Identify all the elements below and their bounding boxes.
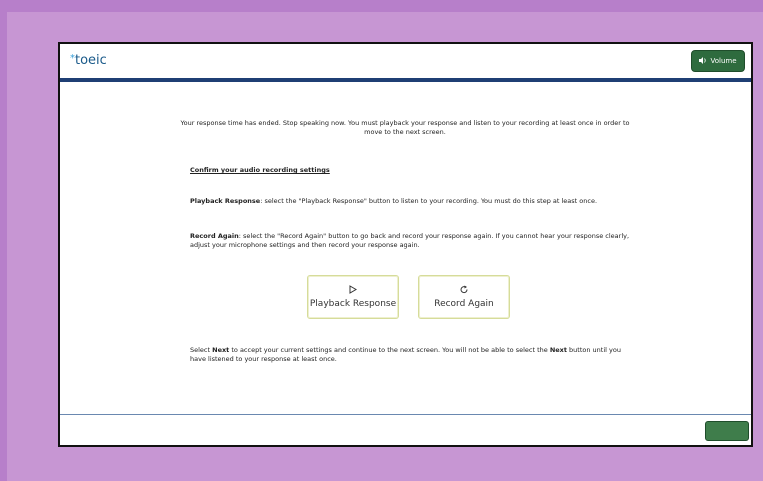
next-button[interactable] [705,421,749,441]
next-instructions: Select Next to accept your current setti… [190,346,621,363]
playback-response-label: Playback Response [309,299,397,309]
redo-icon [460,285,469,297]
toeic-logo: *toeic [70,53,107,68]
record-again-label: Record Again [434,299,494,309]
content-area: Your response time has ended. Stop speak… [60,82,751,414]
confirm-heading: Confirm your audio recording settings [190,166,330,174]
record-instructions: Record Again: select the "Record Again" … [190,232,630,249]
playback-instructions: Playback Response: select the "Playback … [190,197,598,205]
play-icon [349,285,357,297]
intro-text: Your response time has ended. Stop speak… [180,119,630,136]
record-again-button[interactable]: Record Again [418,275,510,319]
left-strip [0,0,7,481]
top-strip [0,0,763,12]
footer-divider [60,414,751,415]
test-window: *toeic Volume Your response time has end… [58,42,753,447]
volume-label: Volume [710,57,737,65]
header: *toeic Volume [60,44,751,78]
volume-button[interactable]: Volume [691,50,745,72]
playback-response-button[interactable]: Playback Response [307,275,399,319]
speaker-icon [699,56,707,66]
